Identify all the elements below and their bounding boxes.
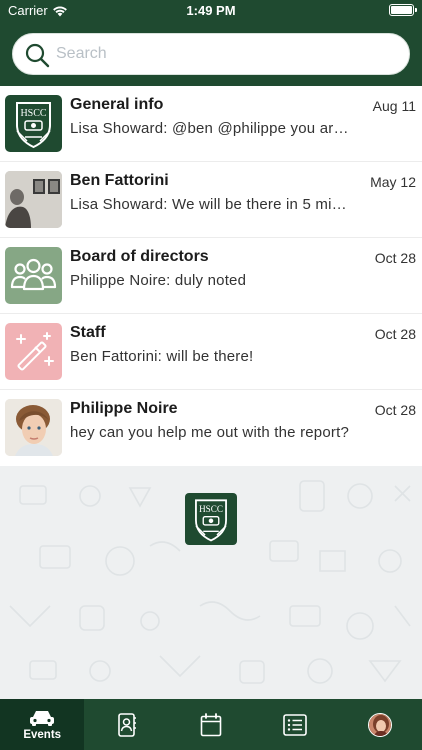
chat-name: Staff xyxy=(70,324,106,341)
chat-preview: Lisa Showard: @ben @philippe you are nee… xyxy=(70,120,355,137)
magic-wand-icon xyxy=(5,323,62,380)
group-icon xyxy=(5,247,62,304)
logo-text: HSCC xyxy=(20,108,46,119)
chat-item-general-info[interactable]: HSCC General info Aug 11 Lisa Showard: @… xyxy=(0,86,422,162)
status-bar: Carrier 1:49 PM xyxy=(0,0,422,22)
chat-date: Oct 28 xyxy=(374,402,416,418)
chat-item-philippe-noire[interactable]: Philippe Noire Oct 28 hey can you help m… xyxy=(0,390,422,466)
chat-name: Philippe Noire xyxy=(70,400,178,417)
chat-item-board-of-directors[interactable]: Board of directors Oct 28 Philippe Noire… xyxy=(0,238,422,314)
tab-profile[interactable] xyxy=(338,699,422,750)
philippe-noire-avatar xyxy=(5,399,62,456)
chat-preview: Philippe Noire: duly noted xyxy=(70,272,247,289)
chat-date: May 12 xyxy=(370,174,416,190)
calendar-icon xyxy=(200,712,222,736)
car-icon xyxy=(30,710,55,726)
chat-date: Oct 28 xyxy=(374,250,416,266)
hscc-logo-avatar: HSCC xyxy=(5,95,62,152)
tab-bar: Events xyxy=(0,699,422,750)
chat-date: Aug 11 xyxy=(372,98,416,114)
battery-icon xyxy=(389,4,417,16)
chat-date: Oct 28 xyxy=(374,326,416,342)
hscc-logo: HSCC xyxy=(185,493,237,545)
tab-events[interactable]: Events xyxy=(0,699,85,750)
tab-label: Events xyxy=(23,728,62,741)
chat-preview: Ben Fattorini: will be there! xyxy=(70,348,254,365)
chat-name: Ben Fattorini xyxy=(70,172,169,189)
chat-name: General info xyxy=(70,96,164,113)
logo-text: HSCC xyxy=(199,504,223,514)
status-time: 1:49 PM xyxy=(186,3,236,18)
search-header xyxy=(0,22,422,86)
chat-item-ben-fattorini[interactable]: Ben Fattorini May 12 Lisa Showard: We wi… xyxy=(0,162,422,238)
tab-calendar[interactable] xyxy=(169,699,253,750)
profile-avatar xyxy=(367,712,392,737)
search-bar[interactable] xyxy=(10,31,412,77)
contacts-icon xyxy=(117,712,136,737)
chat-list: HSCC General info Aug 11 Lisa Showard: @… xyxy=(0,86,422,466)
list-icon xyxy=(283,713,308,736)
search-input[interactable] xyxy=(56,33,396,75)
chat-preview: Lisa Showard: We will be there in 5 minu… xyxy=(70,196,355,213)
chat-item-staff[interactable]: Staff Oct 28 Ben Fattorini: will be ther… xyxy=(0,314,422,390)
chat-name: Board of directors xyxy=(70,248,209,265)
ben-fattorini-avatar xyxy=(5,171,62,228)
tab-contacts[interactable] xyxy=(84,699,168,750)
tab-list[interactable] xyxy=(253,699,337,750)
chat-preview: hey can you help me out with the report? xyxy=(70,424,349,441)
chat-background: HSCC xyxy=(0,466,422,699)
search-icon xyxy=(25,43,50,68)
